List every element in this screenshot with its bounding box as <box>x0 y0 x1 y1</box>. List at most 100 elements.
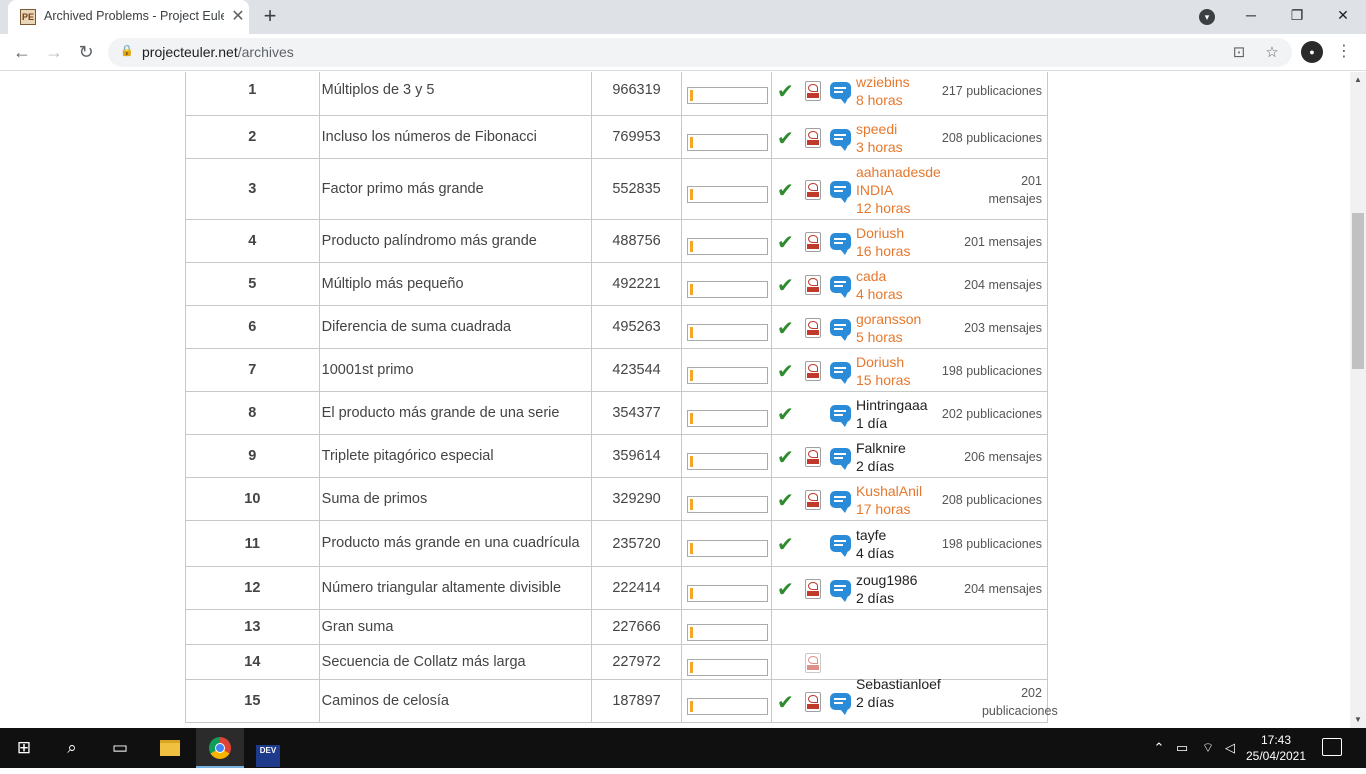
forum-thread-icon[interactable] <box>829 405 851 427</box>
problem-title-link[interactable]: Factor primo más grande <box>318 158 593 220</box>
pdf-icon[interactable] <box>804 579 821 599</box>
problem-title-link[interactable]: Múltiplo más pequeño <box>318 262 593 306</box>
file-explorer-icon[interactable] <box>146 728 194 768</box>
problem-extras: ✔ cada 4 horas 204 mensajes <box>770 262 1049 306</box>
forum-thread-icon[interactable] <box>829 129 851 151</box>
solved-by-count: 227972 <box>591 644 682 680</box>
scrollbar-thumb[interactable] <box>1352 213 1364 369</box>
forum-thread-icon[interactable] <box>829 82 851 104</box>
author-name[interactable]: Doriush <box>856 224 958 242</box>
pdf-icon[interactable] <box>804 232 821 252</box>
problem-id: 7 <box>185 348 320 392</box>
volume-icon[interactable]: ◁ <box>1220 728 1240 768</box>
tab-search-icon[interactable]: ▾ <box>1199 9 1215 25</box>
restore-button[interactable]: ❐ <box>1274 0 1320 30</box>
problem-id: 10 <box>185 477 320 521</box>
author-name[interactable]: aahanadesde INDIA <box>856 163 958 199</box>
close-window-button[interactable]: ✕ <box>1320 0 1366 30</box>
solved-by-count: 488756 <box>591 219 682 263</box>
url-text[interactable]: projecteuler.net/archives <box>142 44 294 60</box>
search-icon[interactable]: ⌕ <box>48 728 96 768</box>
vertical-scrollbar[interactable]: ▲ ▼ <box>1350 72 1366 728</box>
problem-title-link[interactable]: Suma de primos <box>318 477 593 521</box>
new-tab-button[interactable]: + <box>258 5 282 29</box>
minimize-button[interactable]: ─ <box>1228 0 1274 30</box>
latest-post-author[interactable]: zoug1986 2 días <box>856 571 958 607</box>
menu-dots-icon[interactable]: ⋮ <box>1336 41 1352 63</box>
dev-app-taskbar-icon[interactable]: DEV <box>244 728 292 768</box>
task-view-icon[interactable]: ▭ <box>96 728 144 768</box>
taskbar-clock[interactable]: 17:43 25/04/2021 <box>1244 732 1308 764</box>
forum-thread-icon[interactable] <box>829 362 851 384</box>
pdf-icon[interactable] <box>804 275 821 295</box>
back-button[interactable]: ← <box>10 40 34 64</box>
problem-title-link[interactable]: Producto palíndromo más grande <box>318 219 593 263</box>
problem-title-link[interactable]: Triplete pitagórico especial <box>318 434 593 478</box>
wifi-icon[interactable]: ⌔ <box>1198 728 1218 768</box>
problem-row: 2 Incluso los números de Fibonacci 769953 ✔… <box>185 115 1049 159</box>
difficulty-bar <box>686 540 768 557</box>
problem-extras: ✔ Doriush 15 horas 198 publicaciones <box>770 348 1049 392</box>
forum-thread-icon[interactable] <box>829 233 851 255</box>
forum-thread-icon[interactable] <box>829 276 851 298</box>
chrome-taskbar-icon[interactable] <box>196 728 244 768</box>
forum-thread-icon[interactable] <box>829 580 851 602</box>
pdf-icon[interactable] <box>804 81 821 101</box>
pdf-icon[interactable] <box>804 692 821 712</box>
latest-post-author[interactable]: goransson 5 horas <box>856 310 958 346</box>
difficulty-cell <box>680 305 772 349</box>
author-name[interactable]: Falknire <box>856 439 958 457</box>
pdf-icon[interactable] <box>804 361 821 381</box>
tab-close-icon[interactable]: ✕ <box>229 8 247 26</box>
problem-title-link[interactable]: El producto más grande de una serie <box>318 391 593 435</box>
latest-post-author[interactable]: cada 4 horas <box>856 267 958 303</box>
problem-title-link[interactable]: Múltiplos de 3 y 5 <box>318 72 593 116</box>
address-bar[interactable]: 🔒 projecteuler.net/archives ⊡ ☆ <box>108 38 1292 67</box>
reload-button[interactable]: ↻ <box>74 40 98 64</box>
latest-post-author[interactable]: Falknire 2 días <box>856 439 958 475</box>
solved-by-count: 359614 <box>591 434 682 478</box>
pdf-icon[interactable] <box>804 180 821 200</box>
forum-thread-icon[interactable] <box>829 693 851 715</box>
latest-post-author[interactable]: Sebastianloef 2 días <box>856 675 958 711</box>
start-button[interactable]: ⊞ <box>0 728 48 768</box>
scroll-up-icon[interactable]: ▲ <box>1350 72 1366 88</box>
author-name[interactable]: cada <box>856 267 958 285</box>
action-center-icon[interactable] <box>1322 738 1342 756</box>
translate-icon[interactable]: ⊡ <box>1229 43 1249 63</box>
battery-icon[interactable]: ▭ <box>1172 728 1192 768</box>
browser-tab[interactable]: PE Archived Problems - Project Eule ✕ <box>8 0 249 34</box>
forward-button[interactable]: → <box>42 40 66 64</box>
problem-id: 15 <box>185 679 320 723</box>
latest-post-author[interactable]: Doriush 16 horas <box>856 224 958 260</box>
scroll-down-icon[interactable]: ▼ <box>1350 712 1366 728</box>
problem-title-link[interactable]: Número triangular altamente divisible <box>318 566 593 610</box>
difficulty-bar <box>686 623 768 641</box>
problem-title-link[interactable]: Secuencia de Collatz más larga <box>318 644 593 680</box>
pdf-icon[interactable] <box>804 653 821 673</box>
show-hidden-icons-icon[interactable]: ⌃ <box>1150 728 1168 768</box>
pdf-icon[interactable] <box>804 447 821 467</box>
forum-thread-icon[interactable] <box>829 319 851 341</box>
problem-title-link[interactable]: 10001st primo <box>318 348 593 392</box>
pdf-icon[interactable] <box>804 128 821 148</box>
problem-title-link[interactable]: Gran suma <box>318 609 593 645</box>
forum-thread-icon[interactable] <box>829 181 851 203</box>
latest-post-author[interactable]: aahanadesde INDIA 12 horas <box>856 163 958 217</box>
author-name[interactable]: zoug1986 <box>856 571 958 589</box>
author-name[interactable]: goransson <box>856 310 958 328</box>
problem-title-link[interactable]: Incluso los números de Fibonacci <box>318 115 593 159</box>
profile-avatar[interactable]: ● <box>1301 41 1323 63</box>
author-name[interactable]: Sebastianloef <box>856 675 958 693</box>
difficulty-bar <box>686 409 768 427</box>
problem-title-link[interactable]: Producto más grande en una cuadrícula <box>318 520 593 567</box>
forum-thread-icon[interactable] <box>829 491 851 513</box>
bookmark-star-icon[interactable]: ☆ <box>1262 43 1282 63</box>
problem-title-link[interactable]: Diferencia de suma cuadrada <box>318 305 593 349</box>
forum-thread-icon[interactable] <box>829 448 851 470</box>
pdf-icon[interactable] <box>804 490 821 510</box>
pdf-icon[interactable] <box>804 318 821 338</box>
forum-thread-icon[interactable] <box>829 535 851 557</box>
lock-icon[interactable]: 🔒 <box>120 44 134 60</box>
problem-title-link[interactable]: Caminos de celosía <box>318 679 593 723</box>
